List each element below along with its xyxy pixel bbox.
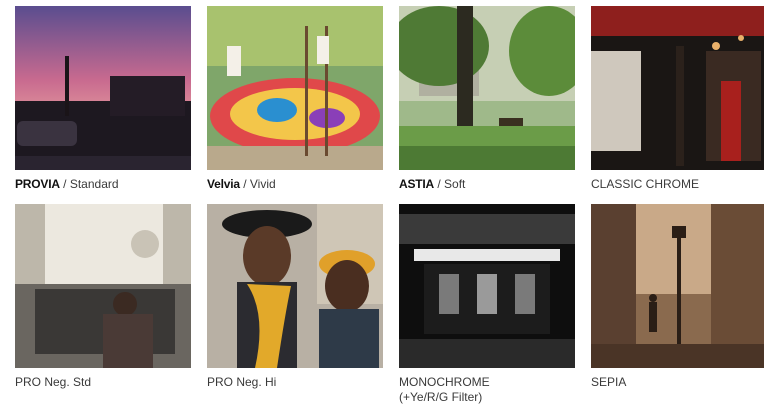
tile-monochrome: MONOCHROME (+Ye/R/G Filter) xyxy=(399,204,575,405)
caption-separator: / xyxy=(63,177,67,191)
dusk-city-image xyxy=(15,6,191,170)
pro-neg-std-photo xyxy=(15,204,191,368)
provia-photo xyxy=(15,6,191,170)
street-lamp-image xyxy=(591,204,764,368)
tile-provia: PROVIA / Standard xyxy=(15,6,191,192)
classic-chrome-caption: CLASSIC CHROME xyxy=(591,177,700,191)
monochrome-photo xyxy=(399,204,575,368)
astia-mode: Soft xyxy=(444,177,466,191)
sepia-photo xyxy=(591,204,764,368)
velvia-brand: Velvia xyxy=(207,177,240,191)
caption-separator: / xyxy=(243,177,247,191)
pro-neg-hi-caption: PRO Neg. Hi xyxy=(207,375,277,389)
theater-facade-image xyxy=(399,204,575,368)
monochrome-caption: MONOCHROME (+Ye/R/G Filter) xyxy=(399,375,575,405)
tile-classic-chrome: CLASSIC CHROME xyxy=(591,6,764,192)
sepia-caption: SEPIA xyxy=(591,375,627,389)
basilica-portrait-image xyxy=(15,204,191,368)
pro-neg-std-caption: PRO Neg. Std xyxy=(15,375,92,389)
classic-chrome-photo xyxy=(591,6,764,170)
tile-pro-neg-hi: PRO Neg. Hi xyxy=(207,204,383,390)
cafe-window-image xyxy=(591,6,764,170)
velvia-mode: Vivid xyxy=(249,177,276,191)
velvia-caption: Velvia / Vivid xyxy=(207,177,383,192)
caption-separator: / xyxy=(437,177,441,191)
park-tree-image xyxy=(399,6,575,170)
provia-mode: Standard xyxy=(69,177,119,191)
provia-caption: PROVIA / Standard xyxy=(15,177,191,192)
velvia-photo xyxy=(207,6,383,170)
astia-brand: ASTIA xyxy=(399,177,435,191)
tile-pro-neg-std: PRO Neg. Std xyxy=(15,204,191,390)
astia-caption: ASTIA / Soft xyxy=(399,177,575,192)
astia-photo xyxy=(399,6,575,170)
tile-velvia: Velvia / Vivid xyxy=(207,6,383,192)
provia-brand: PROVIA xyxy=(15,177,60,191)
couple-portrait-image xyxy=(207,204,383,368)
tile-astia: ASTIA / Soft xyxy=(399,6,575,192)
graffiti-wall-image xyxy=(207,6,383,170)
monochrome-label: MONOCHROME xyxy=(399,375,490,389)
pro-neg-hi-photo xyxy=(207,204,383,368)
monochrome-filter-label: (+Ye/R/G Filter) xyxy=(399,390,483,404)
tile-sepia: SEPIA xyxy=(591,204,764,390)
